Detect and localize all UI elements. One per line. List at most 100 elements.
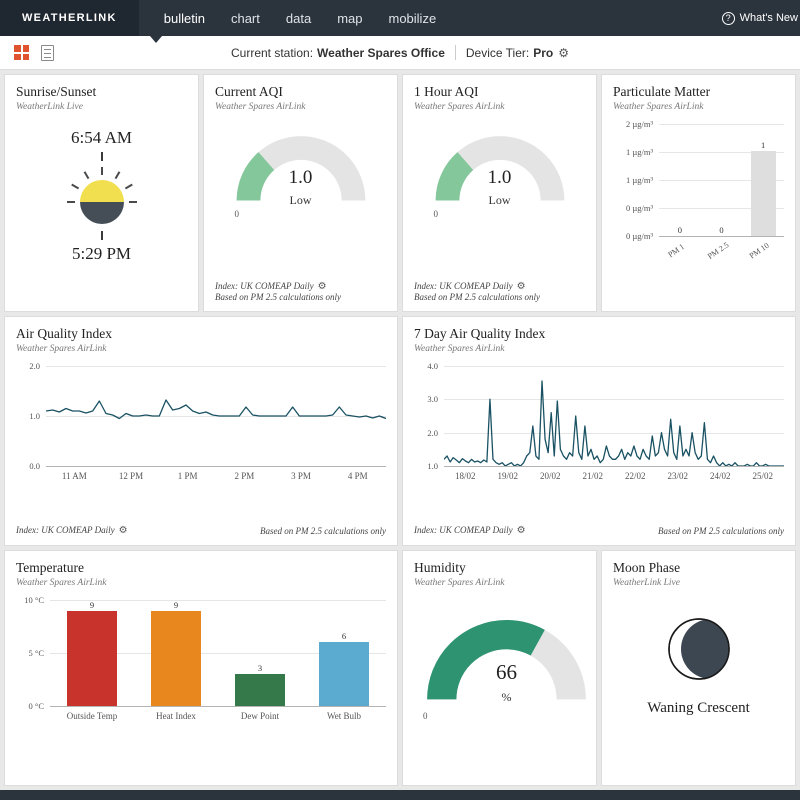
card-title: Temperature xyxy=(16,560,386,576)
tier-label: Device Tier: xyxy=(466,46,529,60)
y-axis-labels: 2 µg/m³1 µg/m³1 µg/m³0 µg/m³0 µg/m³ xyxy=(613,124,659,236)
aqi-7day-line-chart: 4.03.02.01.018/0219/0220/0221/0222/0223/… xyxy=(414,366,784,481)
gauge-min-label: 0 xyxy=(423,711,428,721)
sunrise-sunset-display: 6:54 AM 5:29 PM xyxy=(16,128,187,264)
card-title: Sunrise/Sunset xyxy=(16,84,187,100)
bar-value-label: 6 xyxy=(342,631,346,641)
card-title: Air Quality Index xyxy=(16,326,386,342)
aqi-line-chart: 2.01.00.011 AM12 PM1 PM2 PM3 PM4 PM xyxy=(16,366,386,481)
card-7day-air-quality-index: 7 Day Air Quality Index Weather Spares A… xyxy=(402,316,796,546)
card-title: 7 Day Air Quality Index xyxy=(414,326,784,342)
card-title: Humidity xyxy=(414,560,585,576)
tier-value: Pro xyxy=(533,46,553,60)
card-source: Weather Spares AirLink xyxy=(613,102,784,112)
gauge-min-label: 0 xyxy=(434,209,439,219)
gear-icon[interactable]: ⚙ xyxy=(558,46,569,60)
index-label: Index: UK COMEAP Daily xyxy=(414,281,513,291)
gauge-value: 1.0 xyxy=(425,167,575,189)
bar xyxy=(67,611,117,706)
grid-view-icon[interactable] xyxy=(14,45,29,60)
station-info: Current station: Weather Spares Office D… xyxy=(231,45,569,60)
gauge-label: % xyxy=(414,690,597,705)
card-air-quality-index: Air Quality Index Weather Spares AirLink… xyxy=(4,316,398,546)
note-label: Based on PM 2.5 calculations only xyxy=(414,292,585,302)
plot-area: 001 xyxy=(659,124,784,236)
bar-value-label: 9 xyxy=(90,600,94,610)
nav-item-chart[interactable]: chart xyxy=(218,1,273,36)
x-axis-labels: PM 1PM 2.5PM 10 xyxy=(659,245,784,267)
card-source: Weather Spares AirLink xyxy=(16,578,386,588)
sunrise-time: 6:54 AM xyxy=(71,128,132,148)
bar-value-label: 9 xyxy=(174,600,178,610)
card-title: Moon Phase xyxy=(613,560,784,576)
card-footer: Index: UK COMEAP Daily⚙ Based on PM 2.5 … xyxy=(215,281,386,302)
weatherlink-logo[interactable]: WEATHERLINK xyxy=(0,0,139,36)
dashboard-grid: Sunrise/Sunset WeatherLink Live 6:54 AM … xyxy=(0,70,800,790)
card-footer: Index: UK COMEAP Daily⚙ Based on PM 2.5 … xyxy=(414,525,784,536)
note-label: Based on PM 2.5 calculations only xyxy=(260,526,386,536)
gear-icon[interactable]: ⚙ xyxy=(318,281,327,292)
gauge-min-label: 0 xyxy=(235,209,240,219)
bar-value-label: 1 xyxy=(761,140,765,150)
aqi-gauge: 1.0 Low 0 xyxy=(226,128,376,216)
plot-area xyxy=(444,366,784,466)
bar xyxy=(235,674,285,706)
nav-item-mobilize[interactable]: mobilize xyxy=(375,1,449,36)
gear-icon[interactable]: ⚙ xyxy=(517,525,526,536)
card-title: 1 Hour AQI xyxy=(414,84,585,100)
card-humidity: Humidity Weather Spares AirLink 66 % 0 xyxy=(402,550,597,786)
index-label: Index: UK COMEAP Daily xyxy=(215,281,314,291)
bar xyxy=(319,642,369,706)
card-particulate-matter: Particulate Matter Weather Spares AirLin… xyxy=(601,74,796,312)
tick-mark xyxy=(101,231,103,240)
moon-phase-name: Waning Crescent xyxy=(647,700,750,717)
note-label: Based on PM 2.5 calculations only xyxy=(658,526,784,536)
nav-item-map[interactable]: map xyxy=(324,1,375,36)
gauge-value: 1.0 xyxy=(226,167,376,189)
card-1hour-aqi: 1 Hour AQI Weather Spares AirLink 1.0 Lo… xyxy=(402,74,597,312)
list-view-icon[interactable] xyxy=(41,45,54,61)
card-temperature: Temperature Weather Spares AirLink 10 °C… xyxy=(4,550,398,786)
whats-new-link[interactable]: ? What's New xyxy=(722,12,800,25)
card-sunrise-sunset: Sunrise/Sunset WeatherLink Live 6:54 AM … xyxy=(4,74,199,312)
card-moon-phase: Moon Phase WeatherLink Live Waning Cresc… xyxy=(601,550,796,786)
gauge-value: 66 xyxy=(414,660,597,685)
sun-icon xyxy=(57,165,147,227)
station-value: Weather Spares Office xyxy=(317,46,445,60)
index-label: Index: UK COMEAP Daily xyxy=(16,525,115,535)
question-circle-icon: ? xyxy=(722,12,735,25)
nav-item-data[interactable]: data xyxy=(273,1,324,36)
card-source: WeatherLink Live xyxy=(613,578,784,588)
bar-value-label: 0 xyxy=(678,225,682,235)
station-label: Current station: xyxy=(231,46,313,60)
plot-area xyxy=(46,366,386,466)
active-tab-indicator xyxy=(150,36,162,43)
x-axis-labels: 18/0219/0220/0221/0222/0223/0224/0225/02 xyxy=(444,471,784,481)
card-source: Weather Spares AirLink xyxy=(215,102,386,112)
bar xyxy=(151,611,201,706)
nav-items: bulletin chart data map mobilize xyxy=(151,1,449,36)
divider xyxy=(455,45,456,60)
humidity-gauge: 66 % 0 xyxy=(414,610,597,718)
card-title: Particulate Matter xyxy=(613,84,784,100)
bar-value-label: 3 xyxy=(258,663,262,673)
top-navbar: WEATHERLINK bulletin chart data map mobi… xyxy=(0,0,800,36)
pm-bar-chart: 2 µg/m³1 µg/m³1 µg/m³0 µg/m³0 µg/m³001PM… xyxy=(613,124,784,267)
whats-new-label: What's New xyxy=(740,12,798,24)
y-axis-labels: 4.03.02.01.0 xyxy=(414,366,444,466)
card-source: Weather Spares AirLink xyxy=(414,102,585,112)
gauge-label: Low xyxy=(425,193,575,208)
aqi-gauge: 1.0 Low 0 xyxy=(425,128,575,216)
card-current-aqi: Current AQI Weather Spares AirLink 1.0 L… xyxy=(203,74,398,312)
moon-icon xyxy=(662,612,736,686)
view-switcher xyxy=(14,45,54,61)
gear-icon[interactable]: ⚙ xyxy=(517,281,526,292)
bar xyxy=(751,151,776,236)
card-footer: Index: UK COMEAP Daily ⚙ Based on PM 2.5 … xyxy=(414,281,585,302)
moon-display: Waning Crescent xyxy=(613,612,784,717)
gear-icon[interactable]: ⚙ xyxy=(119,525,128,536)
nav-item-bulletin[interactable]: bulletin xyxy=(151,1,218,36)
card-source: Weather Spares AirLink xyxy=(16,344,386,354)
temperature-bar-chart: 10 °C5 °C0 °C9936Outside TempHeat IndexD… xyxy=(16,600,386,721)
y-axis-labels: 10 °C5 °C0 °C xyxy=(16,600,50,706)
